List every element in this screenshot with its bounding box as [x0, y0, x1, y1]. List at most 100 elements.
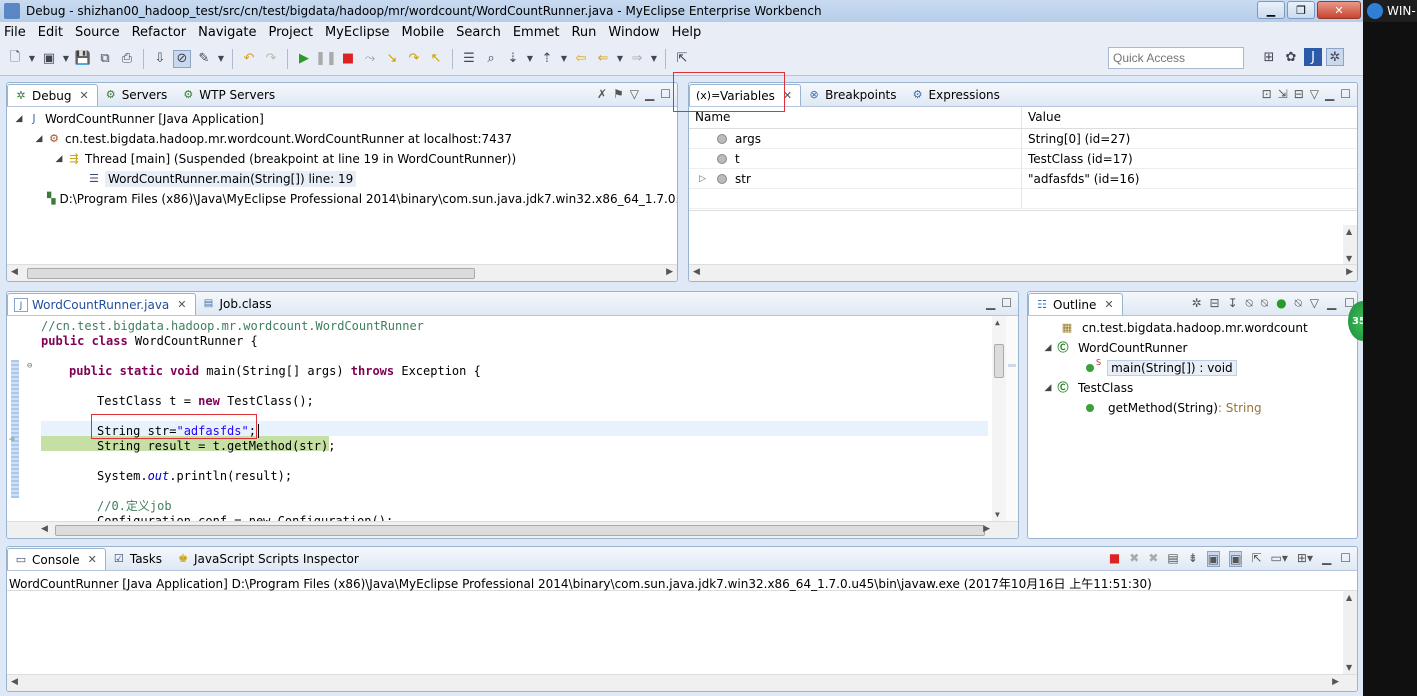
- tab-job-class[interactable]: ▤ Job.class: [196, 293, 280, 315]
- menu-project[interactable]: Project: [268, 25, 312, 40]
- outline-item-wordcountrunner[interactable]: ◢ Ⓒ WordCountRunner: [1028, 338, 1357, 358]
- view-menu-icon[interactable]: ▽: [1310, 296, 1319, 311]
- outline-item-getmethod[interactable]: getMethod(String) : String: [1028, 398, 1357, 418]
- new-icon[interactable]: 🗋: [6, 50, 24, 68]
- view-menu-icon[interactable]: ▽: [630, 87, 639, 101]
- dropdown-icon[interactable]: ▼: [526, 50, 534, 68]
- expand-arrow-icon[interactable]: ◢: [13, 114, 25, 124]
- menu-edit[interactable]: Edit: [38, 25, 63, 40]
- menu-navigate[interactable]: Navigate: [198, 25, 256, 40]
- menu-mobile[interactable]: Mobile: [401, 25, 444, 40]
- disconnect-icon[interactable]: ⤳: [361, 50, 379, 68]
- tab-debug[interactable]: ✲ Debug ✕: [7, 84, 98, 106]
- show-on-stderr-icon[interactable]: ▣: [1229, 551, 1243, 567]
- terminate-icon[interactable]: ■: [339, 50, 357, 68]
- clear-console-icon[interactable]: ▤: [1167, 551, 1178, 567]
- annotation-next-icon[interactable]: ⇣: [504, 50, 522, 68]
- column-header-value[interactable]: Value: [1022, 107, 1067, 128]
- step-filters-icon[interactable]: ⚑: [613, 87, 624, 101]
- menu-help[interactable]: Help: [672, 25, 702, 40]
- scroll-right-icon[interactable]: ▶: [983, 524, 990, 534]
- undo-icon[interactable]: ↶: [240, 50, 258, 68]
- minimize-view-icon[interactable]: ▁: [1322, 551, 1331, 567]
- tab-wtp-servers[interactable]: ⚙ WTP Servers: [175, 84, 283, 106]
- save-all-icon[interactable]: ⧉: [96, 50, 114, 68]
- pin-editor-icon[interactable]: ⇱: [673, 50, 691, 68]
- variable-row-t[interactable]: t TestClass (id=17): [689, 149, 1357, 169]
- expand-arrow-icon[interactable]: ▷: [699, 174, 711, 184]
- collapse-icon[interactable]: ⊟: [1294, 87, 1304, 101]
- debug-perspective-icon[interactable]: ✲: [1326, 48, 1344, 66]
- java-perspective-icon[interactable]: J: [1304, 48, 1322, 66]
- maximize-button[interactable]: ❐: [1287, 1, 1315, 19]
- menu-emmet[interactable]: Emmet: [513, 25, 560, 40]
- minimize-view-icon[interactable]: ▁: [986, 296, 995, 310]
- show-type-names-icon[interactable]: ⊡: [1262, 87, 1272, 101]
- tab-console[interactable]: ▭ Console ✕: [7, 548, 106, 570]
- collapse-all-icon[interactable]: ⇲: [1278, 87, 1288, 101]
- hide-static-icon[interactable]: ⍉: [1261, 296, 1268, 311]
- pin-console-icon[interactable]: ⇱: [1251, 551, 1261, 567]
- tools-icon[interactable]: ✎: [195, 50, 213, 68]
- tab-js-inspector[interactable]: ♚ JavaScript Scripts Inspector: [170, 548, 367, 570]
- expand-arrow-icon[interactable]: ◢: [1042, 343, 1054, 353]
- minimize-view-icon[interactable]: ▁: [645, 87, 654, 101]
- tree-item-thread[interactable]: ◢ ⇶ Thread [main] (Suspended (breakpoint…: [7, 149, 677, 169]
- editor-vertical-scrollbar[interactable]: ▲ ▼: [992, 316, 1006, 521]
- step-return-icon[interactable]: ↖: [427, 50, 445, 68]
- menu-myeclipse[interactable]: MyEclipse: [325, 25, 390, 40]
- step-into-icon[interactable]: ↘: [383, 50, 401, 68]
- resume-icon[interactable]: ▶: [295, 50, 313, 68]
- myeclipse-perspective-icon[interactable]: ✿: [1282, 48, 1300, 66]
- hide-local-types-icon[interactable]: ⍉: [1295, 296, 1302, 311]
- console-vertical-scrollbar[interactable]: ▲ ▼: [1343, 591, 1357, 674]
- tab-outline[interactable]: ☷ Outline ✕: [1028, 293, 1123, 315]
- scroll-left-icon[interactable]: ◀: [11, 267, 18, 277]
- dropdown-icon[interactable]: ▼: [28, 50, 36, 68]
- tab-servers[interactable]: ⚙ Servers: [98, 84, 176, 106]
- expand-arrow-icon[interactable]: ◢: [33, 134, 45, 144]
- horizontal-scrollbar[interactable]: ◀ ▶: [7, 674, 1357, 691]
- horizontal-scrollbar[interactable]: ◀ ▶: [689, 264, 1357, 281]
- terminate-icon[interactable]: ■: [1109, 551, 1120, 567]
- maximize-view-icon[interactable]: ☐: [660, 87, 671, 101]
- scroll-left-icon[interactable]: ◀: [11, 677, 18, 687]
- taskbar-item[interactable]: WIN-: [1363, 0, 1417, 22]
- variable-row-str[interactable]: ▷ str "adfasfds" (id=16): [689, 169, 1357, 189]
- menu-source[interactable]: Source: [75, 25, 120, 40]
- quick-access-input[interactable]: [1108, 47, 1244, 69]
- open-console-icon[interactable]: ⊞▾: [1297, 551, 1313, 567]
- scroll-lock-icon[interactable]: ⇟: [1188, 551, 1198, 567]
- scroll-thumb[interactable]: [55, 525, 985, 536]
- view-menu-icon[interactable]: ▽: [1310, 87, 1319, 101]
- print-icon[interactable]: ⎙: [118, 50, 136, 68]
- suspend-icon[interactable]: ❚❚: [315, 50, 337, 68]
- forward-icon[interactable]: ⇒: [628, 50, 646, 68]
- outline-item-main[interactable]: S main(String[]) : void: [1028, 358, 1357, 378]
- menu-file[interactable]: File: [4, 25, 26, 40]
- menu-search[interactable]: Search: [456, 25, 501, 40]
- scroll-left-icon[interactable]: ◀: [41, 524, 48, 534]
- tree-item-stack-frame[interactable]: ☰ WordCountRunner.main(String[]) line: 1…: [7, 169, 677, 189]
- scroll-right-icon[interactable]: ▶: [666, 267, 673, 277]
- scroll-left-icon[interactable]: ◀: [693, 267, 700, 277]
- expand-arrow-icon[interactable]: ◢: [53, 154, 65, 164]
- hide-fields-icon[interactable]: ⍉: [1246, 296, 1253, 311]
- fold-minus-icon[interactable]: ⊖: [27, 361, 32, 371]
- close-icon[interactable]: ✕: [79, 89, 88, 102]
- focus-icon[interactable]: ✲: [1191, 296, 1201, 311]
- tab-tasks[interactable]: ☑ Tasks: [106, 548, 170, 570]
- open-type-icon[interactable]: ☰: [460, 50, 478, 68]
- dropdown-icon[interactable]: ▼: [616, 50, 624, 68]
- tree-item-vm[interactable]: ◢ ⚙ cn.test.bigdata.hadoop.mr.wordcount.…: [7, 129, 677, 149]
- tab-wordcountrunner-java[interactable]: J WordCountRunner.java ✕: [7, 293, 196, 315]
- close-icon[interactable]: ✕: [1104, 298, 1113, 311]
- new-project-icon[interactable]: ▣: [40, 50, 58, 68]
- maximize-view-icon[interactable]: ☐: [1001, 296, 1012, 310]
- show-on-stdout-icon[interactable]: ▣: [1206, 551, 1221, 567]
- remove-terminated-icon[interactable]: ✗: [597, 87, 607, 101]
- minimize-view-icon[interactable]: ▁: [1325, 87, 1334, 101]
- tree-item-launch[interactable]: ◢ J WordCountRunner [Java Application]: [7, 109, 677, 129]
- tab-breakpoints[interactable]: ⊗ Breakpoints: [801, 84, 904, 106]
- tab-expressions[interactable]: ⚙ Expressions: [905, 84, 1008, 106]
